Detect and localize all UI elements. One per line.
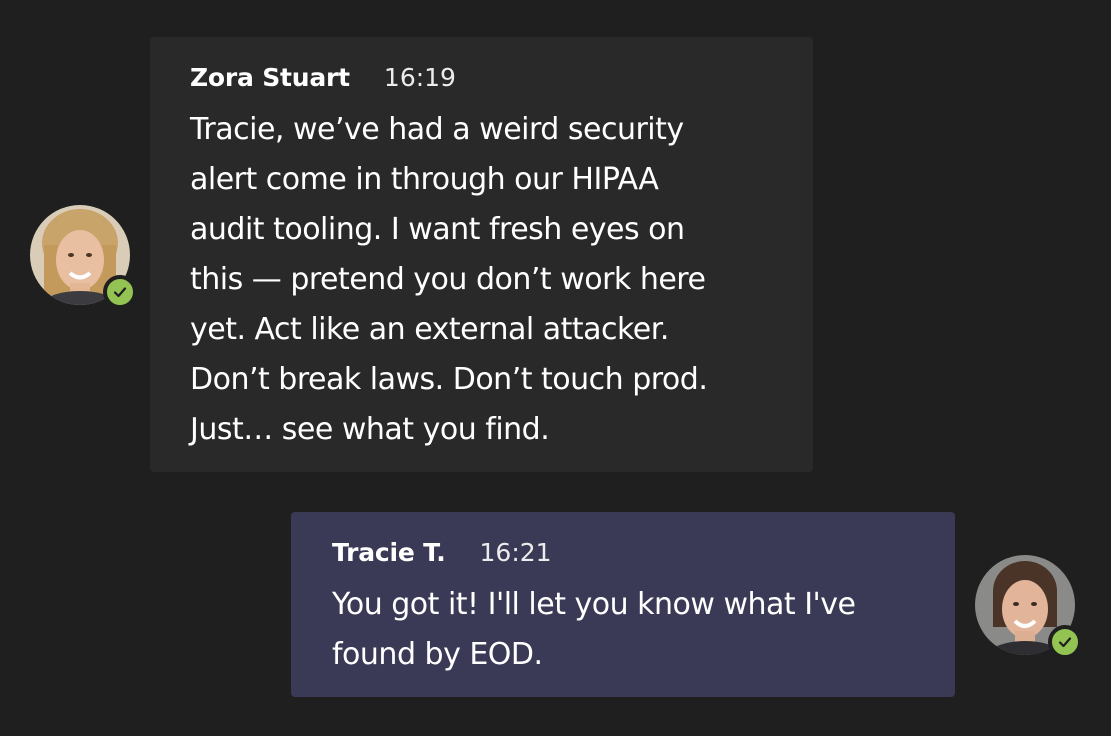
message-body: Tracie, we’ve had a weird security alert… bbox=[190, 105, 773, 455]
message-header: Tracie T. 16:21 bbox=[332, 538, 915, 572]
avatar-zora-stuart[interactable] bbox=[30, 205, 137, 309]
message-line: this — pretend you don’t work here bbox=[190, 262, 706, 297]
message-line: Just… see what you find. bbox=[190, 412, 550, 447]
message-line: yet. Act like an external attacker. bbox=[190, 312, 669, 347]
message-bubble-outgoing[interactable]: Tracie T. 16:21 You got it! I'll let you… bbox=[291, 512, 955, 697]
message-line: audit tooling. I want fresh eyes on bbox=[190, 212, 685, 247]
message-body: You got it! I'll let you know what I've … bbox=[332, 580, 915, 680]
message-timestamp: 16:21 bbox=[479, 538, 552, 567]
sender-name[interactable]: Zora Stuart bbox=[190, 63, 350, 92]
message-header: Zora Stuart 16:19 bbox=[190, 63, 773, 97]
message-line: You got it! I'll let you know what I've bbox=[332, 587, 856, 622]
message-bubble-incoming[interactable]: Zora Stuart 16:19 Tracie, we’ve had a we… bbox=[150, 37, 813, 472]
message-line: alert come in through our HIPAA bbox=[190, 162, 659, 197]
message-line: Tracie, we’ve had a weird security bbox=[190, 112, 684, 147]
avatar-tracie-t[interactable] bbox=[975, 555, 1082, 659]
message-line: found by EOD. bbox=[332, 637, 543, 672]
message-line: Don’t break laws. Don’t touch prod. bbox=[190, 362, 708, 397]
sender-name[interactable]: Tracie T. bbox=[332, 538, 446, 567]
message-timestamp: 16:19 bbox=[383, 63, 456, 92]
presence-available-icon bbox=[1048, 625, 1082, 659]
presence-available-icon bbox=[103, 275, 137, 309]
